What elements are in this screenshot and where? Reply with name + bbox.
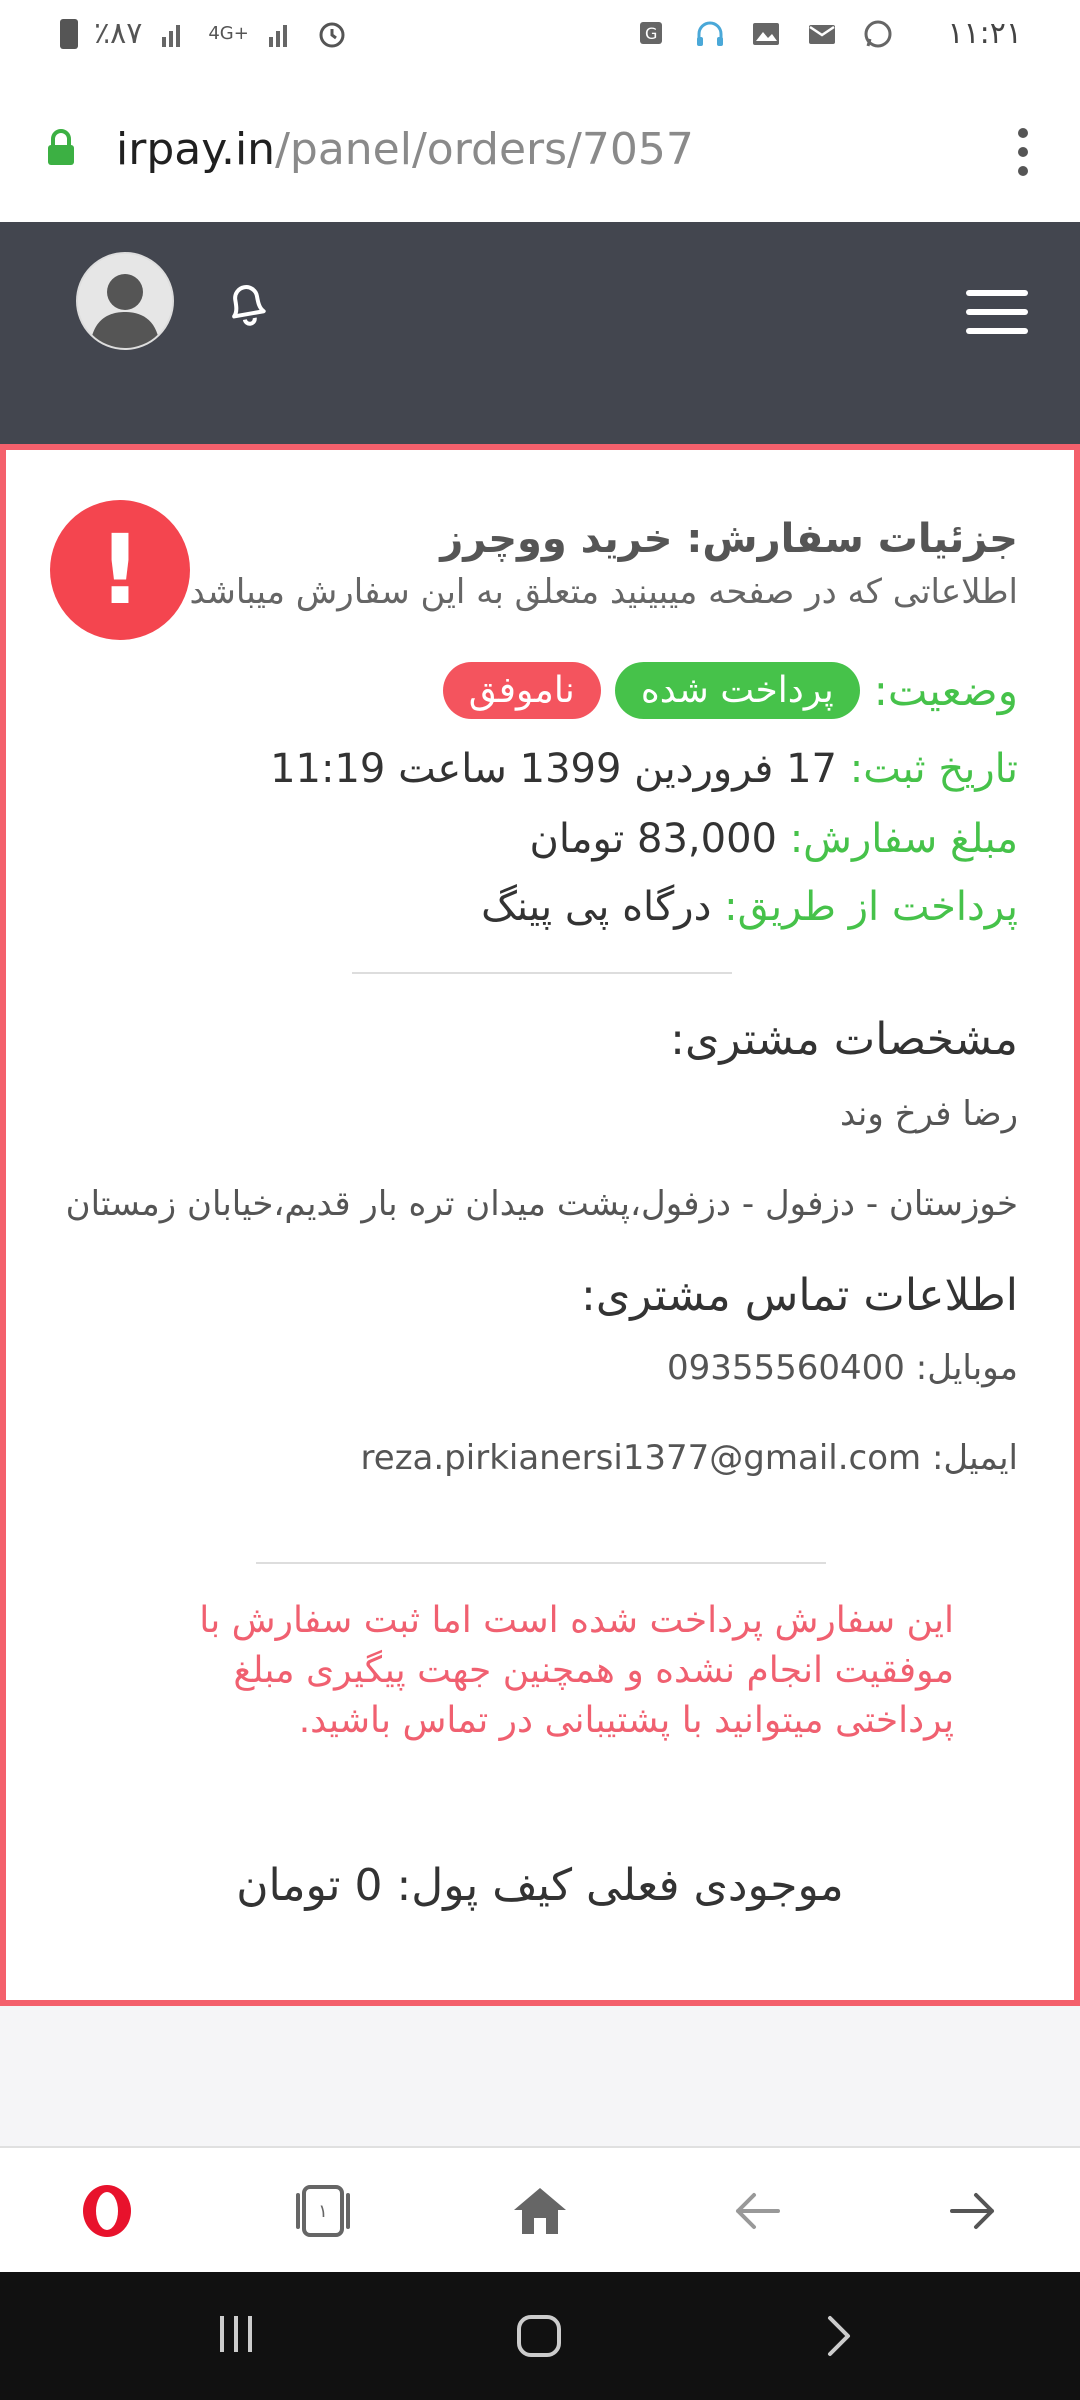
alarm-icon [319,22,345,47]
back-nav-icon[interactable] [824,2312,854,2360]
battery-percent: ٪۸۷ [94,16,143,51]
order-subtitle: اطلاعاتی که در صفحه میبینید متعلق به این… [189,572,1018,612]
dot [1018,147,1028,157]
email-label: ایمیل: [931,1438,1018,1478]
signal-icon-2 [268,24,287,47]
home-nav-icon[interactable] [514,2312,564,2360]
wallet-balance: موجودی فعلی کیف پول: 0 تومان [6,1860,1074,1911]
order-date-row: تاریخ ثبت: 17 فروردین 1399 ساعت 11:19 [270,746,1018,792]
menu-line [966,290,1028,296]
email-value: reza.pirkianersi1377@gmail.com [360,1438,922,1478]
gateway-value: درگاه پی پینگ [481,884,712,930]
whatsapp-icon [864,20,892,47]
system-nav-bar [0,2272,1080,2400]
mail-icon [809,24,836,44]
notification-bell-icon[interactable] [218,274,276,332]
date-value: 17 فروردین 1399 ساعت 11:19 [270,746,838,792]
status-label: وضعیت: [873,666,1018,715]
home-icon [514,2188,566,2234]
order-amount-row: مبلغ سفارش: 83,000 تومان [530,816,1019,862]
customer-name: رضا فرخ وند [840,1094,1018,1134]
customer-email: ایمیل: reza.pirkianersi1377@gmail.com [361,1438,1018,1478]
home-button[interactable] [505,2176,575,2246]
customer-section-title: مشخصات مشتری: [670,1014,1018,1065]
amount-value: 83,000 تومان [529,816,777,862]
status-row: وضعیت: پرداخت شده ناموفق [442,662,1018,719]
wallet-value: 0 تومان [236,1860,383,1911]
status-badge-failed: ناموفق [442,662,601,719]
translate-icon: G [640,21,663,44]
mobile-value: 09355560400 [666,1348,905,1388]
clock: ۱۱:۲۱ [947,16,1022,51]
user-icon [78,254,172,348]
status-bar: ٪۸۷ 4G+ G ۱۱:۲۱ [0,0,1080,72]
hamburger-menu-button[interactable] [966,290,1028,347]
browser-menu-button[interactable] [1018,128,1030,176]
order-title: جزئیات سفارش: خرید ووچرز [440,516,1018,562]
opera-logo-icon [83,2185,131,2237]
url-host: irpay.in [116,124,276,175]
recent-apps-icon[interactable] [216,2312,256,2356]
browser-url-bar[interactable]: irpay.in/panel/orders/7057 [0,72,1080,222]
url-path: /panel/orders/7057 [275,124,694,175]
network-type: 4G+ [208,23,249,44]
dot [1018,128,1028,138]
headset-icon [697,21,724,46]
image-icon [753,22,780,45]
forward-button[interactable] [938,2176,1008,2246]
back-button[interactable] [722,2176,792,2246]
mobile-label: موبایل: [915,1348,1018,1388]
browser-bottom-nav: ۱ [0,2146,1080,2274]
error-alert-icon: ! [50,500,190,640]
svg-text:G: G [645,24,657,43]
payment-gateway-row: پرداخت از طریق: درگاه پی پینگ [481,884,1018,930]
arrow-right-icon [950,2193,994,2229]
wallet-label: موجودی فعلی کیف پول: [396,1860,844,1911]
menu-line [966,328,1028,334]
user-avatar[interactable] [76,252,174,350]
tabs-count: ۱ [318,2200,328,2222]
opera-menu-button[interactable] [72,2176,142,2246]
status-badge-paid: پرداخت شده [614,662,860,719]
gateway-label: پرداخت از طریق: [724,884,1018,930]
app-header [0,222,1080,444]
dot [1018,166,1028,176]
battery-icon [60,18,78,49]
arrow-left-icon [736,2193,780,2229]
divider [352,972,732,974]
tabs-button[interactable]: ۱ [288,2176,358,2246]
divider [256,1562,826,1564]
customer-address: خوزستان - دزفول - دزفول،پشت میدان تره با… [65,1184,1018,1224]
order-details-card: ! جزئیات سفارش: خرید ووچرز اطلاعاتی که د… [0,444,1080,2006]
payment-warning-message: این سفارش پرداخت شده است اما ثبت سفارش ب… [199,1600,954,1741]
contact-section-title: اطلاعات تماس مشتری: [581,1270,1018,1321]
menu-line [966,309,1028,315]
url-text[interactable]: irpay.in/panel/orders/7057 [116,124,694,175]
lock-icon [48,129,74,165]
amount-label: مبلغ سفارش: [789,816,1018,862]
customer-mobile: موبایل: 09355560400 [667,1348,1018,1388]
signal-icon [162,24,181,47]
date-label: تاریخ ثبت: [849,746,1018,792]
